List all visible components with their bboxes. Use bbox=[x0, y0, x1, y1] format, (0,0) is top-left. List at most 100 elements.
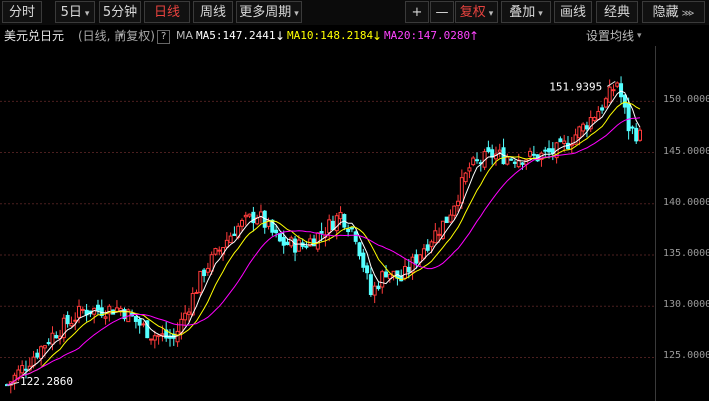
candle-body bbox=[365, 265, 370, 274]
ma10-line bbox=[6, 101, 641, 386]
candle-body bbox=[634, 127, 639, 142]
candle-body bbox=[65, 314, 70, 325]
candle-body bbox=[296, 239, 301, 252]
candle-body bbox=[213, 248, 218, 255]
candle-body bbox=[425, 244, 430, 251]
candle-body bbox=[304, 245, 309, 248]
candle-body bbox=[39, 346, 44, 359]
period-high-label: 151.9395 bbox=[549, 80, 602, 93]
candle-body bbox=[224, 239, 229, 248]
candle-body bbox=[353, 231, 358, 242]
candle-body bbox=[376, 285, 381, 290]
candle-body bbox=[73, 319, 78, 322]
candle-body bbox=[327, 219, 332, 234]
candle-body bbox=[387, 273, 392, 280]
candle-body bbox=[562, 140, 567, 144]
candle-body bbox=[20, 365, 25, 374]
candle-body bbox=[247, 213, 252, 217]
candle-body bbox=[584, 125, 589, 130]
price-axis-divider bbox=[655, 46, 656, 401]
candle-body bbox=[547, 148, 552, 153]
candle-body bbox=[346, 228, 351, 233]
candle-body bbox=[402, 265, 407, 279]
price-axis-label: 135.0000 bbox=[663, 248, 709, 259]
candle-body bbox=[217, 249, 222, 252]
candle-body bbox=[433, 230, 438, 244]
candle-body bbox=[205, 267, 210, 273]
candle-body bbox=[103, 316, 108, 319]
price-axis-label: 145.0000 bbox=[663, 145, 709, 157]
candle-body bbox=[459, 177, 464, 204]
candle-body bbox=[509, 158, 514, 161]
candle-body bbox=[520, 162, 525, 165]
candle-body bbox=[475, 159, 480, 162]
candle-body bbox=[467, 167, 472, 172]
candle-body bbox=[186, 311, 191, 315]
candle-body bbox=[607, 86, 612, 103]
candle-body bbox=[50, 332, 55, 345]
candle-body bbox=[293, 238, 298, 253]
candle-body bbox=[452, 205, 457, 216]
candle-body bbox=[160, 333, 165, 336]
candle-body bbox=[368, 274, 373, 296]
candle-body bbox=[463, 172, 468, 183]
candle-body bbox=[274, 229, 279, 234]
candle-body bbox=[198, 270, 203, 293]
candle-body bbox=[334, 215, 339, 232]
candle-body bbox=[380, 271, 385, 288]
candle-body bbox=[80, 308, 85, 311]
candle-body bbox=[372, 285, 377, 296]
candle-body bbox=[202, 269, 207, 277]
candle-body bbox=[152, 335, 157, 341]
candle-body bbox=[528, 150, 533, 157]
candle-body bbox=[194, 291, 199, 294]
candle-body bbox=[630, 126, 635, 129]
candle-body bbox=[512, 161, 517, 164]
candle-body bbox=[626, 103, 631, 132]
candle-body bbox=[592, 117, 597, 122]
candle-body bbox=[406, 266, 411, 273]
candle-body bbox=[149, 338, 154, 341]
candlestick-chart[interactable]: 151.9395 122.2860 bbox=[0, 0, 709, 401]
candle-body bbox=[596, 111, 601, 120]
candle-body bbox=[558, 138, 563, 143]
candle-body bbox=[638, 129, 642, 141]
candle-body bbox=[600, 107, 605, 111]
candle-body bbox=[319, 230, 324, 234]
candle-body bbox=[384, 271, 389, 278]
candle-body bbox=[42, 345, 47, 349]
candle-body bbox=[615, 82, 620, 87]
price-axis-label: 130.0000 bbox=[663, 299, 709, 311]
candle-body bbox=[114, 307, 119, 312]
candle-body bbox=[414, 254, 419, 264]
candle-body bbox=[338, 211, 343, 220]
price-axis-label: 125.0000 bbox=[663, 350, 709, 362]
period-low-label: 122.2860 bbox=[20, 375, 73, 388]
candle-body bbox=[611, 89, 616, 92]
price-axis-label: 140.0000 bbox=[663, 196, 709, 208]
candle-body bbox=[23, 368, 28, 371]
candle-body bbox=[35, 352, 40, 358]
candle-body bbox=[486, 147, 491, 152]
ma5-line bbox=[6, 90, 641, 386]
candle-body bbox=[437, 233, 442, 236]
candle-body bbox=[349, 227, 354, 230]
candle-body bbox=[418, 254, 423, 263]
candle-body bbox=[543, 149, 548, 152]
candle-body bbox=[622, 94, 627, 108]
candle-body bbox=[581, 123, 586, 132]
candle-body bbox=[577, 126, 582, 139]
candle-body bbox=[444, 216, 449, 224]
candle-body bbox=[285, 241, 290, 246]
candle-body bbox=[228, 235, 233, 244]
candle-body bbox=[137, 318, 142, 326]
candle-body bbox=[456, 200, 461, 207]
price-axis-label: 150.0000 bbox=[663, 94, 709, 106]
candle-body bbox=[277, 233, 282, 242]
candle-body bbox=[361, 252, 366, 268]
candle-body bbox=[77, 305, 82, 318]
candle-body bbox=[497, 149, 502, 153]
candle-body bbox=[141, 323, 146, 326]
candle-body bbox=[312, 238, 317, 247]
candle-body bbox=[240, 219, 245, 227]
